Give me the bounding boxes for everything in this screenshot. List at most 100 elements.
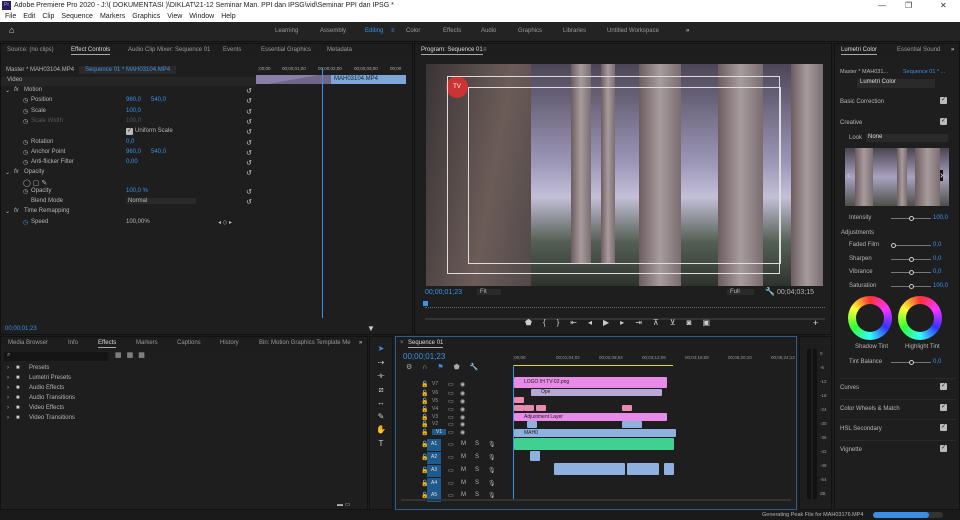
creative-checkbox[interactable]: ✓ — [940, 118, 947, 125]
program-ruler[interactable] — [425, 304, 825, 308]
slider-knob[interactable] — [909, 216, 914, 221]
tab-events[interactable]: Events — [223, 47, 241, 53]
step-forward-icon[interactable]: ▸ — [620, 318, 635, 327]
reset-icon[interactable]: ↺ — [246, 87, 252, 95]
eye-icon[interactable]: ◉ — [460, 429, 465, 436]
effects-folder[interactable]: › ■ Video Effects — [4, 405, 366, 415]
menu-markers[interactable]: Markers — [100, 13, 125, 20]
settings-wrench-icon[interactable]: 🔧 — [470, 364, 489, 371]
type-tool-icon[interactable]: T — [370, 437, 392, 451]
voice-over-icon[interactable]: 🎙 — [488, 441, 496, 448]
tab-essential-sound[interactable]: Essential Sound — [897, 47, 940, 53]
timeline-clip[interactable] — [514, 397, 524, 403]
timeline-clip[interactable]: LOGO IH TV-02.png — [514, 377, 667, 388]
slider-value[interactable]: 0,0 — [933, 256, 941, 262]
basic-correction-checkbox[interactable]: ✓ — [940, 97, 947, 104]
track-name[interactable]: A1 — [427, 439, 442, 451]
solo-button[interactable]: S — [475, 480, 479, 486]
menu-clip[interactable]: Clip — [42, 13, 54, 20]
slider-knob[interactable] — [891, 243, 896, 248]
stopwatch-icon[interactable]: ◷ — [23, 108, 28, 115]
more-workspaces-icon[interactable]: » — [686, 28, 689, 34]
lumetri-section-header[interactable]: Color Wheels & Match — [840, 398, 956, 412]
add-marker-icon[interactable]: ⬟ — [454, 364, 470, 371]
step-back-icon[interactable]: ◂ — [588, 318, 603, 327]
slider-knob[interactable] — [909, 283, 914, 289]
reset-icon[interactable]: ↺ — [246, 139, 252, 147]
reset-icon[interactable]: ↺ — [246, 128, 252, 136]
mute-button[interactable]: M — [461, 467, 466, 473]
timeline-clip[interactable] — [536, 405, 546, 411]
hand-tool-icon[interactable]: ✋ — [370, 423, 392, 437]
effects-folder[interactable]: › ■ Lumetri Presets — [4, 375, 366, 385]
slider-value[interactable]: 0,0 — [933, 269, 941, 275]
tab-effect-controls[interactable]: Effect Controls — [71, 47, 111, 55]
reset-icon[interactable]: ↺ — [246, 108, 252, 116]
tab-markers[interactable]: Markers — [136, 340, 158, 346]
snap-icon[interactable]: ∩ — [422, 364, 437, 371]
mute-button[interactable]: M — [461, 492, 466, 498]
workspace-graphics[interactable]: Graphics — [518, 28, 542, 34]
timeline-scrollbar[interactable] — [401, 499, 791, 501]
track-name[interactable]: A4 — [427, 478, 442, 490]
effects-folder[interactable]: › ■ Presets — [4, 365, 366, 375]
lumetri-sequence-clip[interactable]: Sequence 01 * ... — [903, 69, 945, 75]
more-panels-icon[interactable]: » — [951, 47, 954, 53]
track-name[interactable]: A3 — [427, 465, 442, 477]
reset-icon[interactable]: ↺ — [246, 149, 252, 157]
timeline-ruler[interactable]: ;00;00 00;01;04;02 00;02;08;04 00;03;12;06 0… — [513, 355, 795, 363]
tab-media-browser[interactable]: Media Browser — [8, 340, 48, 346]
more-panels-icon[interactable]: » — [359, 340, 362, 346]
lumetri-section-header[interactable]: Curves — [840, 378, 956, 391]
tab-captions[interactable]: Captions — [177, 340, 201, 346]
video-frame[interactable]: TV — [426, 64, 823, 286]
stopwatch-icon[interactable]: ◷ — [23, 188, 28, 195]
timeline-clip[interactable] — [664, 463, 674, 475]
eye-icon[interactable]: ◉ — [460, 421, 465, 428]
property-value[interactable]: 100,00% — [126, 219, 150, 225]
timeline-clip[interactable] — [627, 463, 659, 475]
timeline-clip[interactable]: Adjustment Layer — [514, 413, 667, 421]
track-name[interactable]: V6 — [432, 390, 438, 396]
toggle-sync-icon[interactable]: ▭ — [448, 398, 454, 405]
go-to-out-icon[interactable]: ⇥ — [635, 318, 653, 327]
workspace-untitled[interactable]: Untitled Workspace — [607, 28, 659, 34]
play-icon[interactable]: ▶ — [603, 318, 620, 327]
tab-audio-clip-mixer[interactable]: Audio Clip Mixer: Sequence 01 — [128, 47, 210, 53]
chevron-right-icon[interactable]: › — [7, 365, 9, 371]
reset-icon[interactable]: ↺ — [246, 97, 252, 105]
tab-program[interactable]: Program: Sequence 01 — [421, 47, 483, 55]
workspace-color[interactable]: Color — [406, 28, 420, 34]
timeline-clip[interactable] — [554, 463, 625, 475]
eye-icon[interactable]: ◉ — [460, 414, 465, 421]
home-icon[interactable]: ⌂ — [9, 25, 14, 35]
lift-icon[interactable]: ⊼ — [653, 318, 670, 327]
track-name[interactable]: V3 — [432, 414, 438, 420]
effects-search-input[interactable]: ⌕ — [4, 352, 108, 361]
track-select-tool-icon[interactable]: ⇢ — [370, 356, 392, 370]
stopwatch-icon[interactable]: ◷ — [23, 97, 28, 104]
workspace-effects[interactable]: Effects — [443, 28, 461, 34]
stopwatch-icon[interactable]: ◷ — [23, 118, 28, 125]
workspace-assembly[interactable]: Assembly — [320, 28, 346, 34]
new-bin-icon[interactable]: ▬ ▭ — [337, 501, 350, 508]
tab-info[interactable]: Info — [68, 340, 78, 346]
maximize-button[interactable]: ❐ — [905, 0, 912, 11]
zoom-select[interactable]: Fit — [477, 289, 501, 295]
tab-sequence-01[interactable]: Sequence 01 — [408, 340, 444, 348]
stopwatch-icon[interactable]: ◷ — [23, 139, 28, 146]
property-value[interactable]: Normal — [126, 198, 196, 204]
panel-menu-icon[interactable]: ≡ — [483, 47, 487, 53]
pen-tool-icon[interactable]: ✎ — [370, 410, 392, 424]
toggle-sync-icon[interactable]: ▭ — [448, 467, 454, 474]
lock-icon[interactable]: 🔓 — [421, 381, 428, 388]
mark-out-icon[interactable]: } — [557, 318, 571, 327]
timeline-clip[interactable]: MAH0 — [514, 429, 676, 437]
solo-button[interactable]: S — [475, 454, 479, 460]
go-to-in-icon[interactable]: ⇤ — [570, 318, 588, 327]
voice-over-icon[interactable]: 🎙 — [488, 492, 496, 499]
program-timecode[interactable]: 00;00;01;23 — [425, 289, 462, 296]
tab-history[interactable]: History — [220, 340, 239, 346]
lumetri-effect-select[interactable]: Lumetri Color — [857, 79, 935, 88]
track-name[interactable]: V2 — [432, 421, 438, 427]
